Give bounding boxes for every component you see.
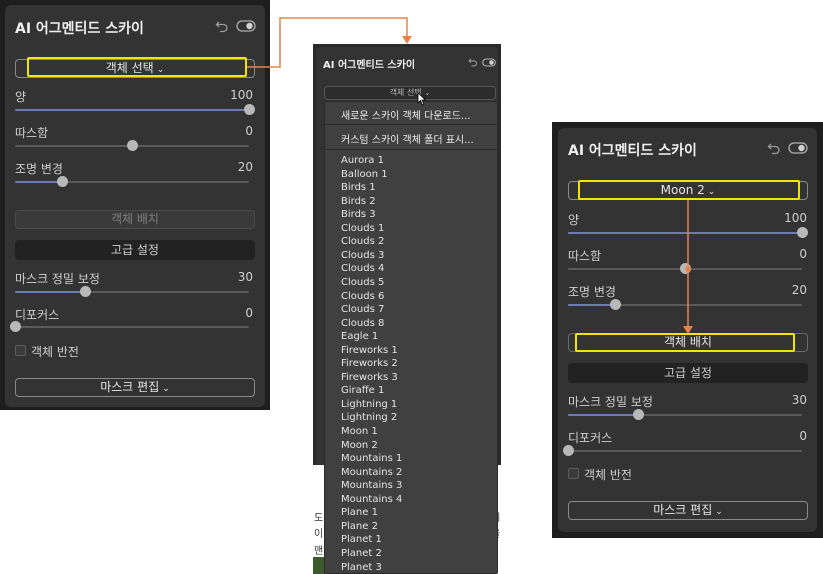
arrowhead-icon — [402, 36, 412, 44]
annotation-arrows — [247, 17, 693, 334]
mouse-cursor-icon — [417, 92, 427, 106]
arrow-joint — [685, 266, 691, 272]
arrow-to-dropdown — [247, 17, 408, 68]
arrowhead-icon — [683, 326, 693, 334]
